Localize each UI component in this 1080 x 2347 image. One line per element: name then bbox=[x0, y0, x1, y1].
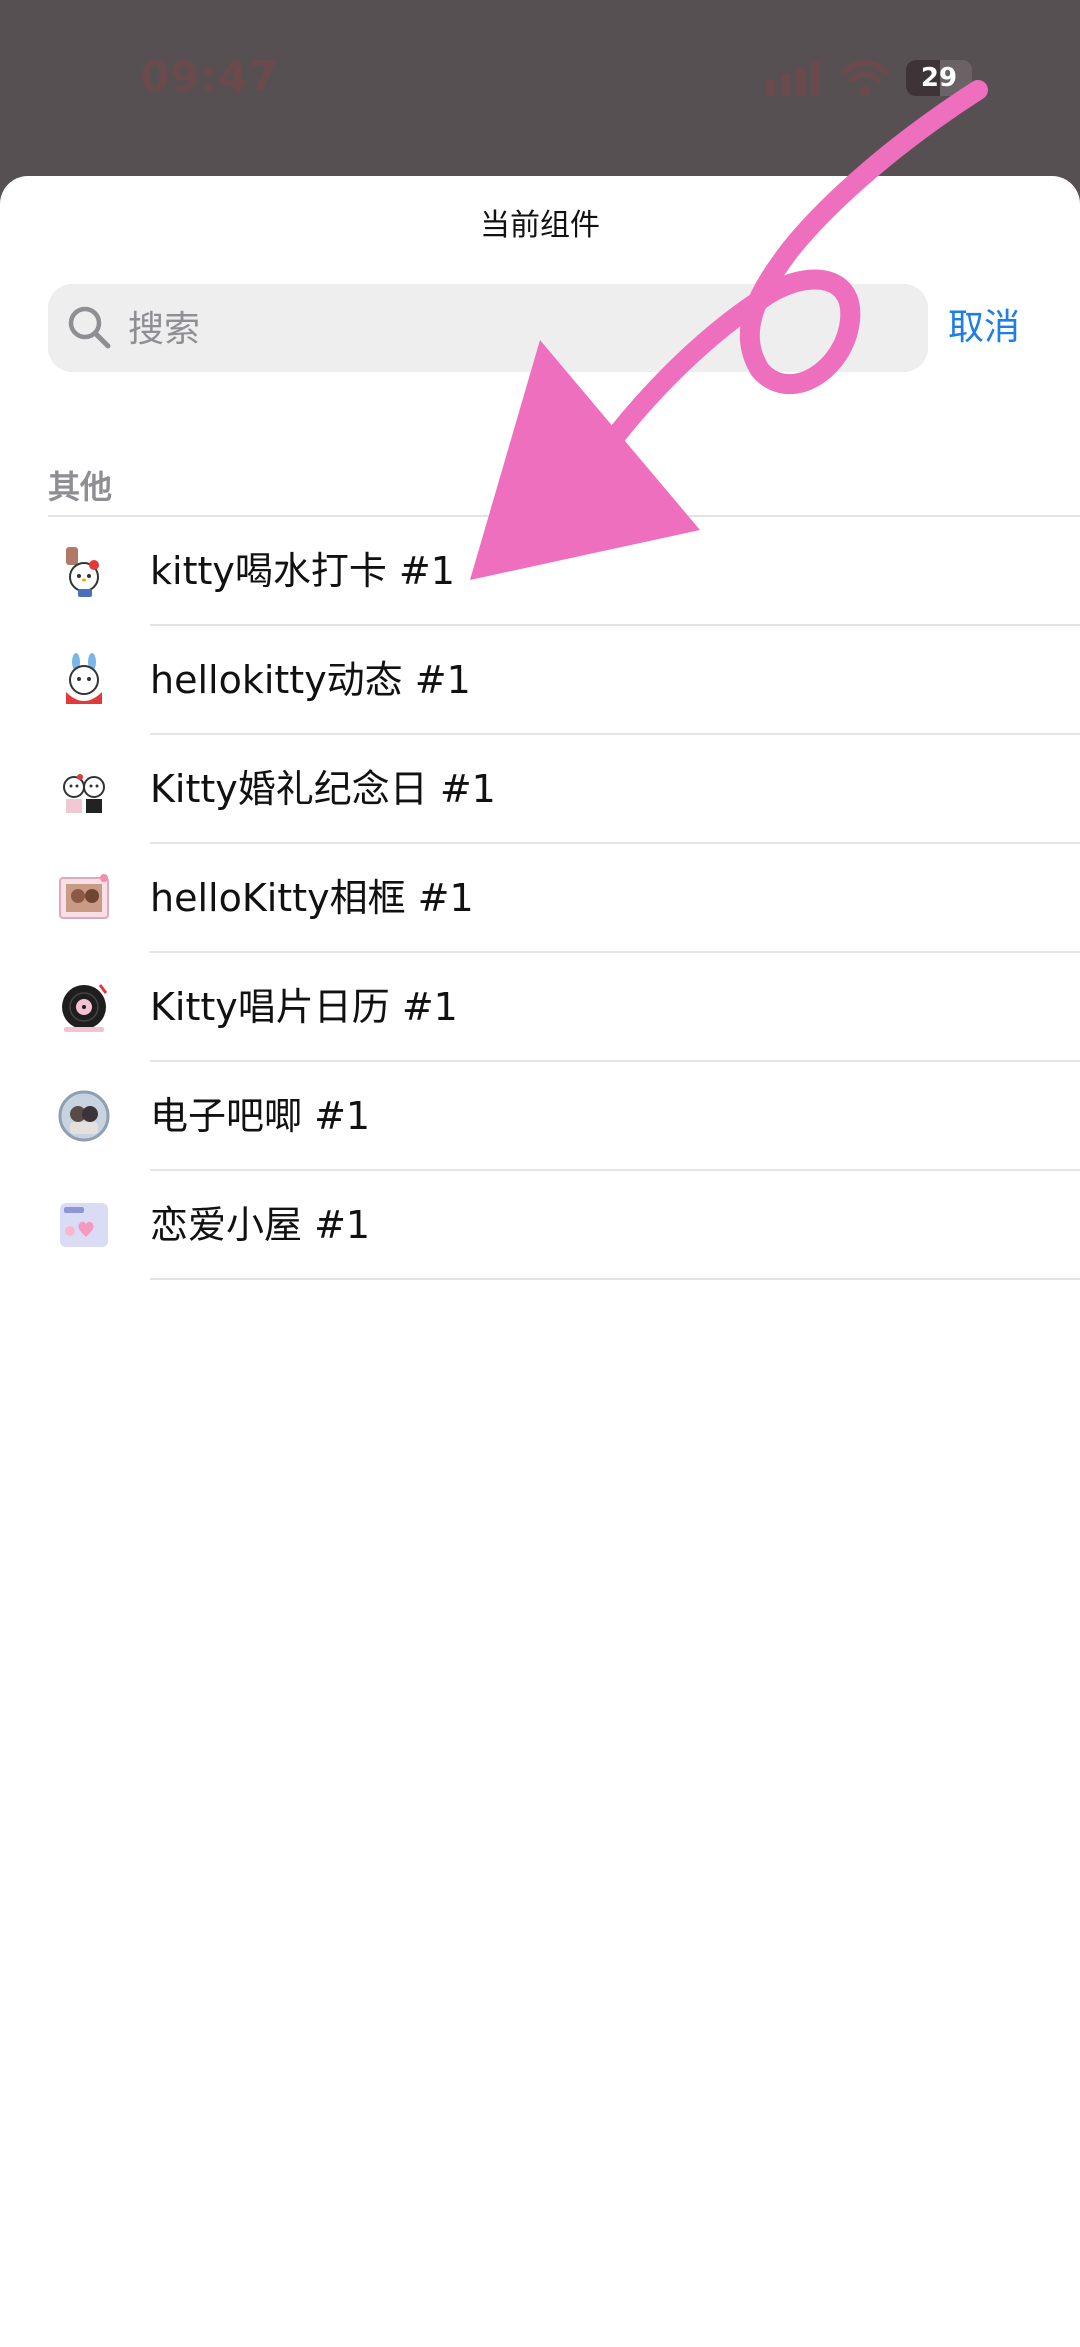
vinyl-record-icon bbox=[62, 984, 108, 1032]
battery-icon: 29 bbox=[906, 60, 972, 96]
hello-kitty-water-icon bbox=[66, 547, 99, 597]
cancel-button[interactable]: 取消 bbox=[948, 284, 1020, 372]
list-item[interactable]: Kitty唱片日历 #1 bbox=[0, 953, 1080, 1062]
status-time: 09:47 bbox=[140, 52, 279, 101]
badge-photo-icon bbox=[58, 1090, 110, 1142]
list-item-label: Kitty婚礼纪念日 #1 bbox=[150, 767, 496, 811]
list-item-label: kitty喝水打卡 #1 bbox=[150, 549, 455, 593]
battery-percentage: 29 bbox=[920, 63, 958, 93]
list-item[interactable]: 电子吧唧 #1 bbox=[0, 1062, 1080, 1171]
list-item-label: Kitty唱片日历 #1 bbox=[150, 985, 458, 1029]
divider bbox=[150, 1278, 1080, 1280]
search-icon bbox=[68, 306, 111, 349]
photo-frame-icon bbox=[59, 874, 109, 919]
list-item-label: 恋爱小屋 #1 bbox=[150, 1203, 371, 1247]
section-header-other: 其他 bbox=[48, 468, 113, 506]
hello-kitty-bunny-icon bbox=[66, 653, 102, 704]
list-item-label: 电子吧唧 #1 bbox=[150, 1094, 371, 1138]
cellular-signal-icon bbox=[766, 62, 820, 96]
list-item[interactable]: helloKitty相框 #1 bbox=[0, 844, 1080, 953]
list-item-label: hellokitty动态 #1 bbox=[150, 658, 471, 702]
list-item[interactable]: Kitty婚礼纪念日 #1 bbox=[0, 735, 1080, 844]
search-bar[interactable] bbox=[48, 284, 928, 374]
hello-kitty-wedding-icon bbox=[63, 774, 105, 813]
widget-list: kitty喝水打卡 #1 hellokitty动态 #1 Kitty婚礼纪念日 … bbox=[0, 517, 1080, 1280]
widget-picker-sheet: 当前组件 取消 其他 kitty喝水打卡 #1 bbox=[0, 176, 1080, 2347]
status-bar: 09:47 29 bbox=[0, 0, 1080, 170]
list-item[interactable]: kitty喝水打卡 #1 bbox=[0, 517, 1080, 626]
list-item[interactable]: 恋爱小屋 #1 bbox=[0, 1171, 1080, 1280]
love-house-icon bbox=[60, 1203, 108, 1247]
sheet-title: 当前组件 bbox=[480, 208, 600, 243]
list-item-label: helloKitty相框 #1 bbox=[150, 876, 474, 920]
list-item[interactable]: hellokitty动态 #1 bbox=[0, 626, 1080, 735]
wifi-icon bbox=[841, 60, 889, 96]
search-input[interactable] bbox=[126, 284, 910, 374]
